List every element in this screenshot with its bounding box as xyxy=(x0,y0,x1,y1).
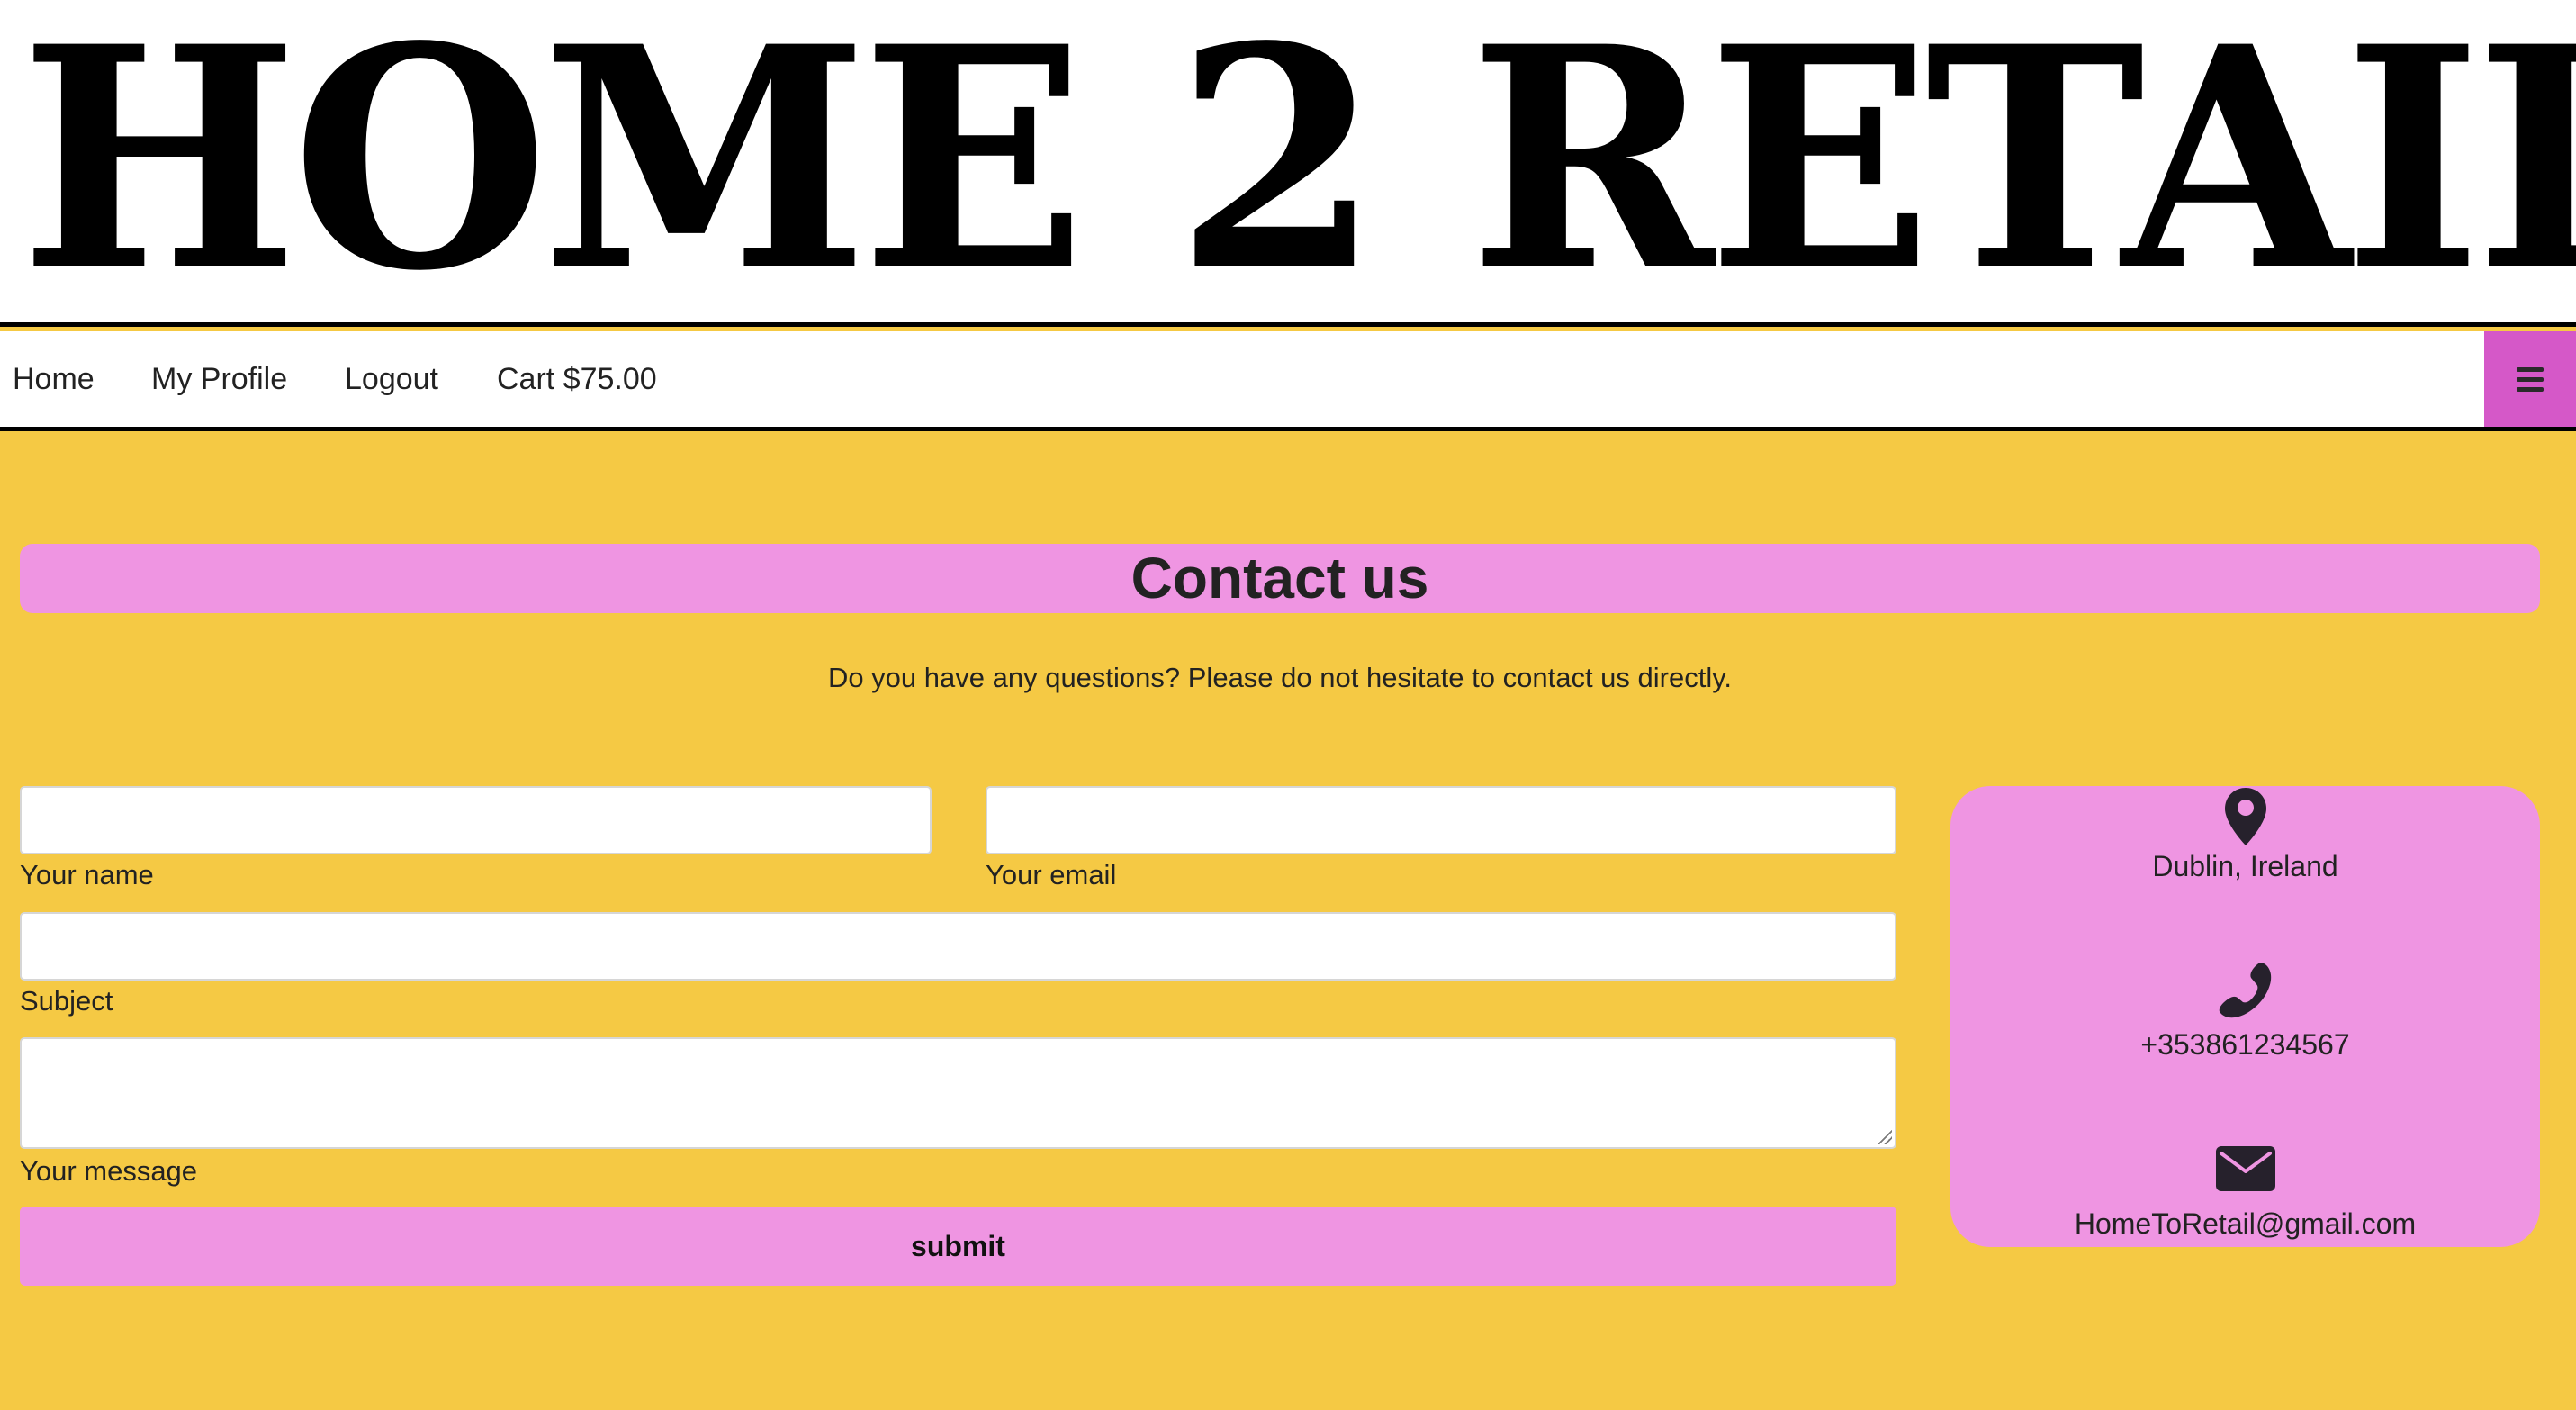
email-label: Your email xyxy=(986,859,1117,890)
name-input[interactable] xyxy=(20,786,932,854)
nav-link-logout[interactable]: Logout xyxy=(345,331,438,427)
email-text[interactable]: HomeToRetail@gmail.com xyxy=(1950,1206,2540,1242)
page-title: Contact us xyxy=(20,544,2540,613)
message-textarea[interactable] xyxy=(20,1037,1896,1149)
intro-text: Do you have any questions? Please do not… xyxy=(827,662,1733,693)
map-marker-icon xyxy=(1950,786,2540,852)
subject-label: Subject xyxy=(20,985,113,1017)
site-logo[interactable]: HOME 2 RETAIL xyxy=(20,7,2576,312)
email-input[interactable] xyxy=(986,786,1896,854)
main-navbar: Home My Profile Logout Cart $75.00 xyxy=(0,331,2576,431)
nav-toggle-button[interactable] xyxy=(2484,331,2576,427)
envelope-icon xyxy=(1950,1146,2540,1196)
nav-link-cart[interactable]: Cart $75.00 xyxy=(497,331,657,427)
hamburger-menu-icon-bar xyxy=(2517,386,2544,392)
phone-text: +353861234567 xyxy=(2140,1028,2350,1061)
nav-link-home[interactable]: Home xyxy=(13,331,95,427)
hamburger-menu-icon-bar xyxy=(2517,376,2544,382)
subject-input[interactable] xyxy=(20,912,1896,981)
site-header: HOME 2 RETAIL xyxy=(0,0,2576,327)
textarea-resize-handle[interactable] xyxy=(1876,1128,1892,1144)
message-label: Your message xyxy=(20,1155,198,1187)
nav-link-my-profile[interactable]: My Profile xyxy=(151,331,287,427)
hamburger-menu-icon xyxy=(2517,366,2544,372)
phone-icon xyxy=(1950,962,2540,1026)
contact-info-card: Dublin, Ireland +353861234567 HomeToReta… xyxy=(1950,786,2540,1247)
location-text: Dublin, Ireland xyxy=(2152,850,2338,882)
name-label: Your name xyxy=(20,859,154,890)
submit-button[interactable]: submit xyxy=(20,1207,1896,1286)
